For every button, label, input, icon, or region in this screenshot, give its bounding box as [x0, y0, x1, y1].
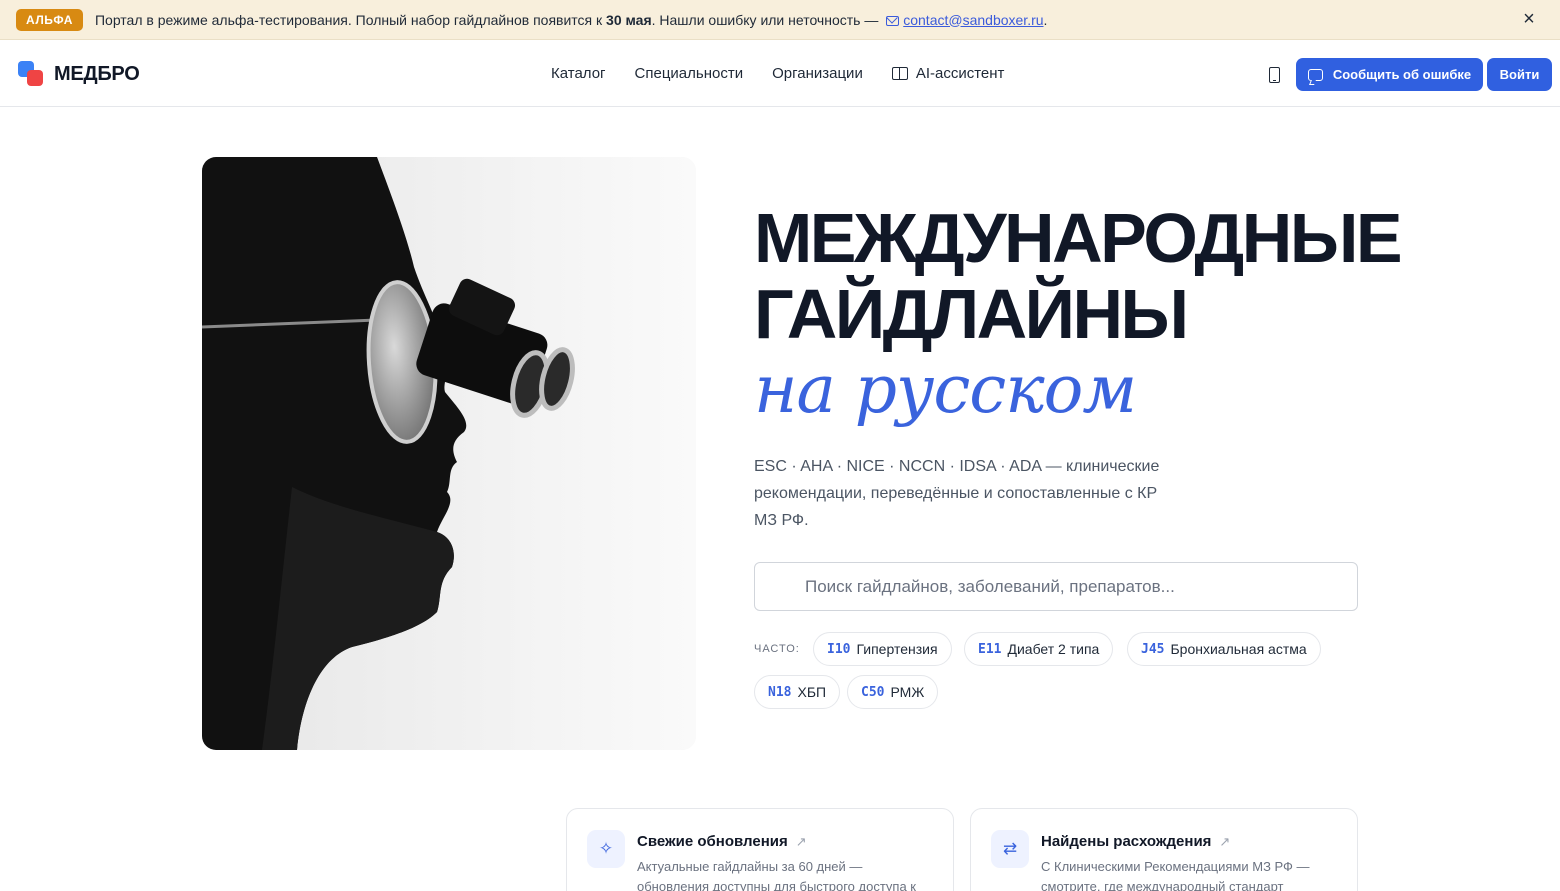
card-title-text: Свежие обновления [637, 833, 788, 850]
alpha-badge: АЛЬФА [16, 8, 83, 31]
nav-specialties[interactable]: Специальности [635, 65, 744, 82]
report-error-button[interactable]: Сообщить об ошибке [1296, 58, 1483, 91]
compare-arrows-icon: ⇄ [991, 830, 1029, 868]
logo[interactable]: МЕДБРО [18, 61, 140, 87]
chip-code: C50 [861, 684, 885, 700]
banner-text-after: . Нашли ошибку или неточность — [651, 11, 883, 28]
chip-ckd[interactable]: N18 ХБП [754, 675, 841, 709]
chip-breast-cancer[interactable]: C50 РМЖ [847, 675, 939, 709]
logo-text: МЕДБРО [54, 62, 140, 85]
alpha-banner: АЛЬФА Портал в режиме альфа-тестирования… [0, 0, 1560, 40]
arrow-up-right-icon: ↗ [1219, 834, 1231, 849]
book-icon [891, 67, 908, 80]
hero-image [202, 157, 696, 750]
main-nav: Каталог Специальности Организации AI-асс… [551, 65, 1033, 82]
hero-title: МЕЖДУНАРОДНЫЕ ГАЙДЛАЙНЫ [754, 200, 1514, 352]
chip-code: E11 [978, 641, 1002, 657]
card-title-text: Найдены расхождения [1041, 833, 1212, 850]
banner-trailing: . [1043, 11, 1048, 28]
sparkles-icon: ✧ [587, 830, 625, 868]
chip-code: I10 [827, 641, 851, 657]
card-fresh-updates[interactable]: ✧ Свежие обновления ↗ Актуальные гайдлайн… [566, 808, 954, 891]
search-box[interactable] [754, 562, 1358, 611]
login-button[interactable]: Войти [1487, 58, 1552, 91]
chip-asthma[interactable]: J45 Бронхиальная астма [1127, 632, 1321, 666]
mail-icon [886, 15, 900, 26]
banner-text-before: Портал в режиме альфа-тестирования. Полн… [94, 11, 607, 28]
card-description: С Клиническими Рекомендациями МЗ РФ — см… [1041, 859, 1310, 891]
chip-label: ХБП [797, 684, 827, 700]
nav-organizations[interactable]: Организации [772, 65, 863, 82]
mobile-phone-icon[interactable] [1269, 67, 1280, 83]
chip-label: РМЖ [890, 684, 925, 700]
nav-catalog[interactable]: Каталог [551, 65, 606, 82]
banner-text: Портал в режиме альфа-тестирования. Полн… [95, 12, 1047, 28]
hero-description: ESC · AHA · NICE · NCCN · IDSA · ADA — к… [754, 458, 1160, 529]
chip-code: N18 [768, 684, 792, 700]
card-description: Актуальные гайдлайны за 60 дней — обновл… [637, 859, 916, 891]
chip-hypertension[interactable]: I10 Гипертензия [813, 632, 952, 666]
card-discrepancies[interactable]: ⇄ Найдены расхождения ↗ С Клиническими Ре… [970, 808, 1358, 891]
chip-code: J45 [1141, 641, 1165, 657]
nav-ai-assistant-label: AI-ассистент [915, 65, 1005, 82]
search-input[interactable] [805, 563, 1345, 610]
banner-date: 30 мая [606, 11, 652, 28]
close-icon[interactable]: × [1518, 9, 1540, 31]
hero-subtitle: на русском [754, 351, 1137, 428]
chip-label: Диабет 2 типа [1007, 641, 1100, 657]
logo-mark-icon [18, 61, 44, 87]
hero-title-line1: МЕЖДУНАРОДНЫЕ [754, 199, 1403, 277]
report-error-label: Сообщить об ошибке [1332, 67, 1472, 82]
site-header: МЕДБРО Каталог Специальности Организации… [0, 41, 1560, 107]
arrow-up-right-icon: ↗ [795, 834, 807, 849]
chip-label: Гипертензия [856, 641, 938, 657]
often-label: ЧАСТО: [754, 643, 800, 655]
chip-label: Бронхиальная астма [1170, 641, 1307, 657]
card-title: Найдены расхождения ↗ [1041, 833, 1230, 850]
contact-email-link[interactable]: contact@sandboxer.ru [903, 12, 1043, 28]
hero-title-line2: ГАЙДЛАЙНЫ [754, 275, 1189, 353]
chat-bubble-icon [1307, 68, 1323, 81]
nav-ai-assistant[interactable]: AI-ассистент [891, 65, 1005, 82]
card-title: Свежие обновления ↗ [637, 833, 807, 850]
chip-diabetes[interactable]: E11 Диабет 2 типа [964, 632, 1114, 666]
